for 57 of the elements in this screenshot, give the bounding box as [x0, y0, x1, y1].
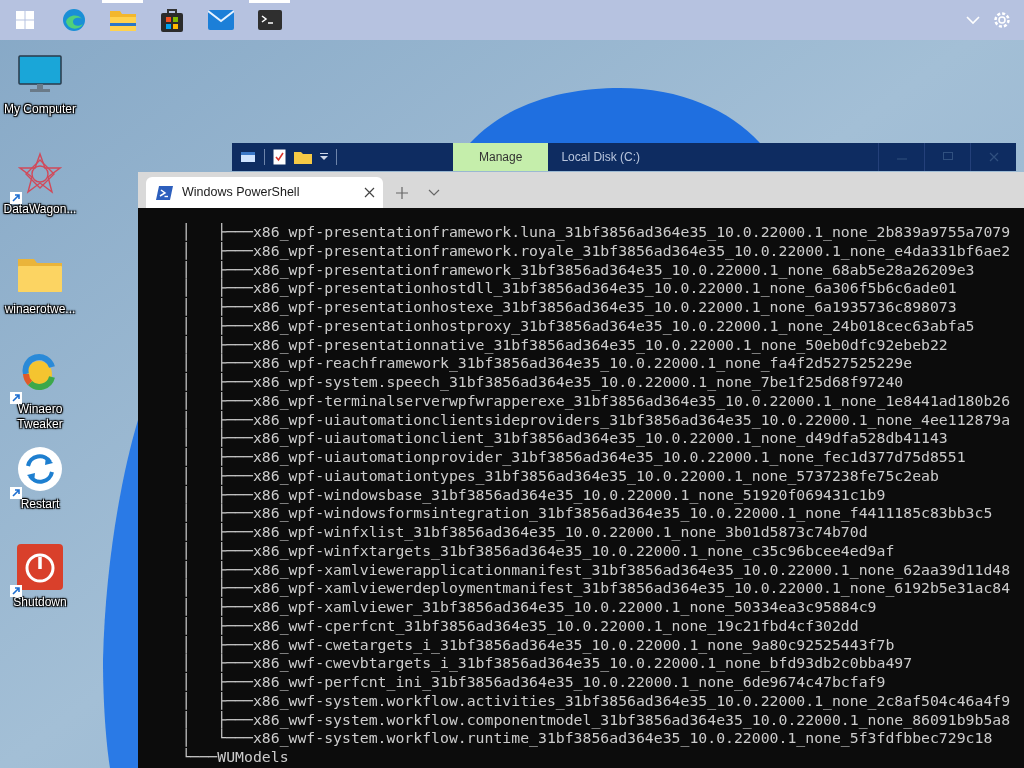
terminal-line: │ ├───x86_wpf-presentationnative_31bf3856ad364e35_10.0.22000.1_none_50eb0dfc92ebeb22 [180, 335, 948, 355]
checklist-icon[interactable] [273, 149, 286, 165]
monitor-icon[interactable] [18, 55, 62, 93]
terminal-line: │ ├───x86_wpf-xamlviewer_31bf3856ad364e35_10.0.22000.1_none_50334ea3c95884c9 [180, 598, 877, 616]
terminal-line: │ ├───x86_wpf-uiautomationprovider_31bf3856ad364e35_10.0.22000.1_none_fec1d377d75d8551 [180, 448, 966, 466]
terminal-line: │ ├───x86_wwf-cwevbtargets_i_31bf3856ad364e35_10.0.22000.1_none_bfd93db2c0bba497 [180, 654, 913, 673]
window-title: Local Disk (C:) [561, 149, 641, 166]
terminal-line: │ ├───x86_wwf-perfcnt_ini_31bf3856ad364e35_10.0.22000.1_none_6de9674c47bcfaf9 [180, 673, 886, 691]
terminal-line: │ ├───x86_wpf-winfxlist_31bf3856ad364e35_10.0.22000.1_none_3b01d5873c74b70d [180, 523, 868, 541]
terminal-line: │ ├───x86_wpf-windowsbase_31bf3856ad364e35_10.0.22000.1_none_51920f069431c1b9 [180, 485, 886, 505]
powershell-icon [156, 185, 173, 200]
mail-icon [207, 10, 234, 30]
power-icon[interactable] [17, 544, 63, 590]
desktop-icon-label[interactable]: Shutdown [1, 595, 79, 610]
browser-icon [61, 8, 86, 32]
terminal-line: │ └───x86_wwf-system.workflow.runtime_31bf3856ad364e35_10.0.22000.1_none_5f3fdfbbec729c18 [180, 729, 993, 748]
desktop-icon-label[interactable]: Restart [1, 497, 79, 512]
terminal-line: │ ├───x86_wpf-presentationhostdll_31bf3856ad364e35_10.0.22000.1_none_6a306f5b6c6ade01 [180, 279, 957, 298]
terminal-line: │ ├───x86_wwf-system.workflow.componentmodel_31bf3856ad364e35_10.0.22000.1_none_86091b9b5a8 [180, 710, 1011, 730]
terminal-line: │ ├───x86_wpf-system.speech_31bf3856ad364e35_10.0.22000.1_none_7be1f25d68f97240 [180, 373, 904, 391]
folder-icon [109, 9, 136, 31]
terminal-line: │ ├───x86_wpf-presentationframework.luna_31bf3856ad364e35_10.0.22000.1_none_2b839a9755a7079 [180, 223, 1011, 241]
desktop-icon-label[interactable]: My Computer [1, 102, 79, 117]
terminal-line: │ ├───x86_wpf-presentationhostproxy_31bf3856ad364e35_10.0.22000.1_none_24b018cec63abfa5 [180, 316, 975, 335]
terminal-icon [257, 10, 282, 30]
folder-icon[interactable] [294, 150, 312, 164]
terminal-line: │ ├───x86_wpf-xamlviewerapplicationmanifest_31bf3856ad364e35_10.0.22000.1_none_62aa39d11d48 [180, 560, 1011, 580]
terminal-line: │ ├───x86_wwf-cwetargets_i_31bf3856ad364e35_10.0.22000.1_none_9a80c92525443f7b [180, 635, 895, 655]
terminal-line: │ ├───x86_wpf-presentationframework.royale_31bf3856ad364e35_10.0.22000.1_none_e4da331bf6ae2 [180, 241, 1011, 260]
terminal-line: │ ├───x86_wpf-uiautomationtypes_31bf3856ad364e35_10.0.22000.1_none_5737238fe75c2eab [180, 466, 939, 485]
terminal-line: │ ├───x86_wpf-reachframework_31bf3856ad364e35_10.0.22000.1_none_fa4f2d527525229e [180, 354, 913, 373]
terminal-line: │ ├───x86_wpf-uiautomationclientsideproviders_31bf3856ad364e35_10.0.22000.1_none_4ee112879a [180, 410, 1011, 430]
manage-tab[interactable]: Manage [453, 143, 549, 171]
chevron-down-icon[interactable] [428, 188, 440, 197]
desktop-icon-label[interactable]: Winaero Tweaker [1, 402, 79, 432]
properties-icon[interactable] [240, 150, 256, 164]
terminal-tab[interactable]: Windows PowerShell [146, 177, 383, 208]
terminal-line: │ ├───x86_wpf-presentationframework_31bf3856ad364e35_10.0.22000.1_none_68ab5e28a26209e3 [180, 260, 975, 280]
terminal-line: │ ├───x86_wpf-uiautomationclient_31bf3856ad364e35_10.0.22000.1_none_d49dfa528db41143 [180, 429, 948, 448]
terminal-line: │ ├───x86_wpf-winfxtargets_31bf3856ad364e35_10.0.22000.1_none_c35c96bcee4ed9af [180, 541, 895, 560]
terminal-line: │ ├───x86_wpf-terminalserverwpfwrapperexe_31bf3856ad364e35_10.0.22000.1_none_1e8441ad180b26 [180, 391, 1011, 410]
store-icon [160, 8, 183, 32]
terminal-line: │ ├───x86_wpf-windowsformsintegration_31bf3856ad364e35_10.0.22000.1_none_f4411185c83bb3c5 [180, 504, 993, 523]
terminal-line: │ ├───x86_wwf-system.workflow.activities_31bf3856ad364e35_10.0.22000.1_none_2c8af504c46a4f9 [180, 691, 1011, 710]
desktop-icon-label[interactable]: DataWagon... [1, 202, 79, 217]
close-icon[interactable] [364, 187, 375, 198]
desktop-icon-label[interactable]: winaerotwe... [1, 302, 79, 317]
terminal-line: │ ├───x86_wwf-cperfcnt_31bf3856ad364e35_10.0.22000.1_none_19c21fbd4cf302dd [180, 616, 859, 635]
terminal-line: └───WUModels [180, 748, 289, 767]
terminal-line: │ ├───x86_wpf-presentationhostexe_31bf3856ad364e35_10.0.22000.1_none_6a1935736c898073 [180, 298, 957, 316]
tab-title: Windows PowerShell [182, 184, 300, 202]
start-icon [14, 10, 35, 30]
refresh-icon[interactable] [17, 446, 63, 492]
dropdown-icon[interactable] [320, 153, 328, 161]
star-pattern-icon[interactable] [18, 152, 62, 196]
terminal-line: │ ├───x86_wpf-xamlviewerdeploymentmanifest_31bf3856ad364e35_10.0.22000.1_none_6192b5e31ac84 [180, 579, 1011, 598]
new-tab-icon[interactable] [396, 186, 408, 199]
